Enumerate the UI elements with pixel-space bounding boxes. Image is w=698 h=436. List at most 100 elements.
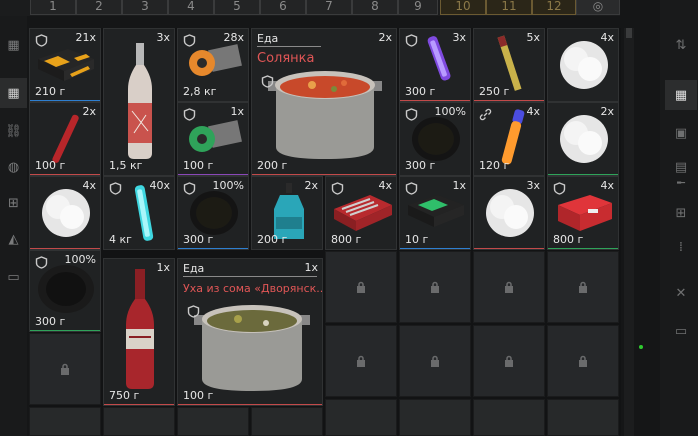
item-count: 4x bbox=[600, 31, 614, 44]
item-underline bbox=[474, 248, 544, 249]
tools-icon[interactable]: ✕ bbox=[665, 278, 697, 308]
medkit-icon[interactable]: ⊞ bbox=[665, 198, 697, 228]
item-wine-bottle[interactable]: 1x 750 г bbox=[103, 258, 175, 406]
item-glowstick-cyan[interactable]: 40x 4 кг bbox=[103, 176, 175, 250]
sort-icon[interactable]: ⇅ bbox=[665, 30, 697, 60]
item-count: 100% bbox=[434, 105, 466, 118]
item-green-case[interactable]: 1x 10 г bbox=[399, 176, 471, 250]
flare-icon bbox=[497, 35, 522, 91]
item-weight: 250 г bbox=[479, 85, 510, 98]
hotbar-slot-8[interactable]: 8 bbox=[352, 0, 398, 15]
item-box[interactable]: 21x 210 г bbox=[29, 28, 101, 102]
hotbar-slot-5[interactable]: 5 bbox=[214, 0, 260, 15]
grid-icon[interactable]: ▦ bbox=[665, 80, 697, 110]
hotbar-slot-7[interactable]: 7 bbox=[306, 0, 352, 15]
item-charcoal-cluster[interactable]: 100% 300 г bbox=[29, 250, 101, 332]
grid-scrollbar[interactable] bbox=[624, 28, 634, 436]
item-smoke-grenade[interactable]: 2x bbox=[547, 102, 619, 176]
item-pot-solyanka[interactable]: Еда Солянка 2x 200 г bbox=[251, 28, 397, 176]
target-icon[interactable]: ◎ bbox=[576, 0, 620, 15]
archive-icon[interactable]: ▭ bbox=[0, 262, 27, 292]
grid-cell bbox=[325, 399, 397, 436]
item-red-case[interactable]: 4x 800 г bbox=[325, 176, 397, 250]
rifle-icon[interactable]: ╾ bbox=[665, 168, 697, 198]
hotbar-slot-1[interactable]: 1 bbox=[30, 0, 76, 15]
grid-icon[interactable]: ▦ bbox=[0, 78, 27, 108]
item-tool2[interactable]: 1x 100 г bbox=[177, 102, 249, 176]
item-underline bbox=[178, 248, 248, 249]
archive-icon[interactable]: ▭ bbox=[665, 316, 697, 346]
item-smoke-grenade[interactable]: 3x bbox=[473, 176, 545, 250]
hotbar-slot-10[interactable]: 10 bbox=[440, 0, 486, 15]
item-glowstick-orange[interactable]: 4x 120 г bbox=[473, 102, 545, 176]
shield-icon bbox=[261, 75, 274, 88]
item-count: 1x bbox=[304, 261, 318, 274]
inventory-grid: 21x 210 г 3x 1,5 кг 28x 2,8 кг Еда Солян… bbox=[29, 28, 621, 436]
item-smoke-grenade[interactable]: 4x bbox=[29, 176, 101, 250]
hotbar-slot-6[interactable]: 6 bbox=[260, 0, 306, 15]
ammo-icon[interactable]: ⁞ bbox=[665, 232, 697, 262]
grid-cell bbox=[547, 399, 619, 436]
locked-cell bbox=[473, 325, 545, 397]
hotbar-slot-3[interactable]: 3 bbox=[122, 0, 168, 15]
lock-icon bbox=[579, 355, 587, 367]
hotbar-slot-11[interactable]: 11 bbox=[486, 0, 532, 15]
shield-icon bbox=[109, 182, 122, 195]
smoke-grenade-icon bbox=[486, 189, 534, 237]
item-spray[interactable]: 2x 200 г bbox=[251, 176, 323, 250]
item-weight: 300 г bbox=[405, 85, 436, 98]
title-divider bbox=[183, 276, 317, 277]
item-pot-ukha[interactable]: Еда Уха из сома «Дворянск... 1x 100 г bbox=[177, 258, 323, 406]
hotbar-slot-9[interactable]: 9 bbox=[398, 0, 438, 15]
item-name: Солянка bbox=[257, 51, 315, 66]
item-category: Еда bbox=[257, 32, 279, 45]
item-count: 1x bbox=[452, 179, 466, 192]
item-weight: 210 г bbox=[35, 85, 66, 98]
item-weight: 800 г bbox=[553, 233, 584, 246]
charcoal-icon bbox=[190, 191, 238, 235]
item-underline bbox=[30, 330, 100, 331]
grid-small-icon[interactable]: ▦ bbox=[0, 30, 27, 60]
item-weight: 300 г bbox=[405, 159, 436, 172]
item-weight: 1,5 кг bbox=[109, 159, 143, 172]
item-count: 2x bbox=[378, 31, 392, 44]
green-case-icon bbox=[408, 195, 464, 227]
item-weight: 100 г bbox=[35, 159, 66, 172]
smoke-grenade-icon bbox=[42, 189, 90, 237]
duct-tape-icon bbox=[189, 44, 242, 76]
item-underline bbox=[474, 100, 544, 101]
hotbar-slot-4[interactable]: 4 bbox=[168, 0, 214, 15]
item-flare[interactable]: 5x 250 г bbox=[473, 28, 545, 102]
item-count: 100% bbox=[64, 253, 96, 266]
backpack-icon[interactable]: ▣ bbox=[665, 118, 697, 148]
item-charcoal[interactable]: 100% 300 г bbox=[399, 102, 471, 176]
item-smoke-grenade[interactable]: 4x bbox=[547, 28, 619, 102]
locked-cell bbox=[325, 325, 397, 397]
medkit-icon[interactable]: ⊞ bbox=[0, 188, 27, 218]
terrain-icon[interactable]: ◭ bbox=[0, 224, 27, 254]
item-glowstick-purple[interactable]: 3x 300 г bbox=[399, 28, 471, 102]
item-underline bbox=[30, 100, 100, 101]
item-underline bbox=[30, 174, 100, 175]
link-icon[interactable]: ⛓ bbox=[0, 116, 27, 146]
hotbar: 1 2 3 4 5 6 7 8 9 10 11 12 ◎ bbox=[0, 0, 620, 16]
grid-cell bbox=[251, 407, 323, 436]
hotbar-slot-2[interactable]: 2 bbox=[76, 0, 122, 15]
item-underline bbox=[30, 248, 100, 249]
item-stick[interactable]: 2x 100 г bbox=[29, 102, 101, 176]
item-underline bbox=[548, 174, 618, 175]
scrollbar-thumb[interactable] bbox=[626, 28, 632, 38]
hotbar-slot-12[interactable]: 12 bbox=[532, 0, 576, 15]
wine-bottle-icon bbox=[126, 269, 154, 389]
item-tool1[interactable]: 28x 2,8 кг bbox=[177, 28, 249, 102]
item-underline bbox=[400, 248, 470, 249]
grid-cell bbox=[103, 407, 175, 436]
item-count: 3x bbox=[156, 31, 170, 44]
item-medbox[interactable]: 4x 800 г bbox=[547, 176, 619, 250]
item-weight: 100 г bbox=[183, 159, 214, 172]
globe-icon[interactable]: ◍ bbox=[0, 152, 27, 182]
item-charcoal[interactable]: 100% 300 г bbox=[177, 176, 249, 250]
item-weight: 200 г bbox=[257, 233, 288, 246]
link-icon bbox=[479, 108, 492, 121]
item-bottle[interactable]: 3x 1,5 кг bbox=[103, 28, 175, 176]
